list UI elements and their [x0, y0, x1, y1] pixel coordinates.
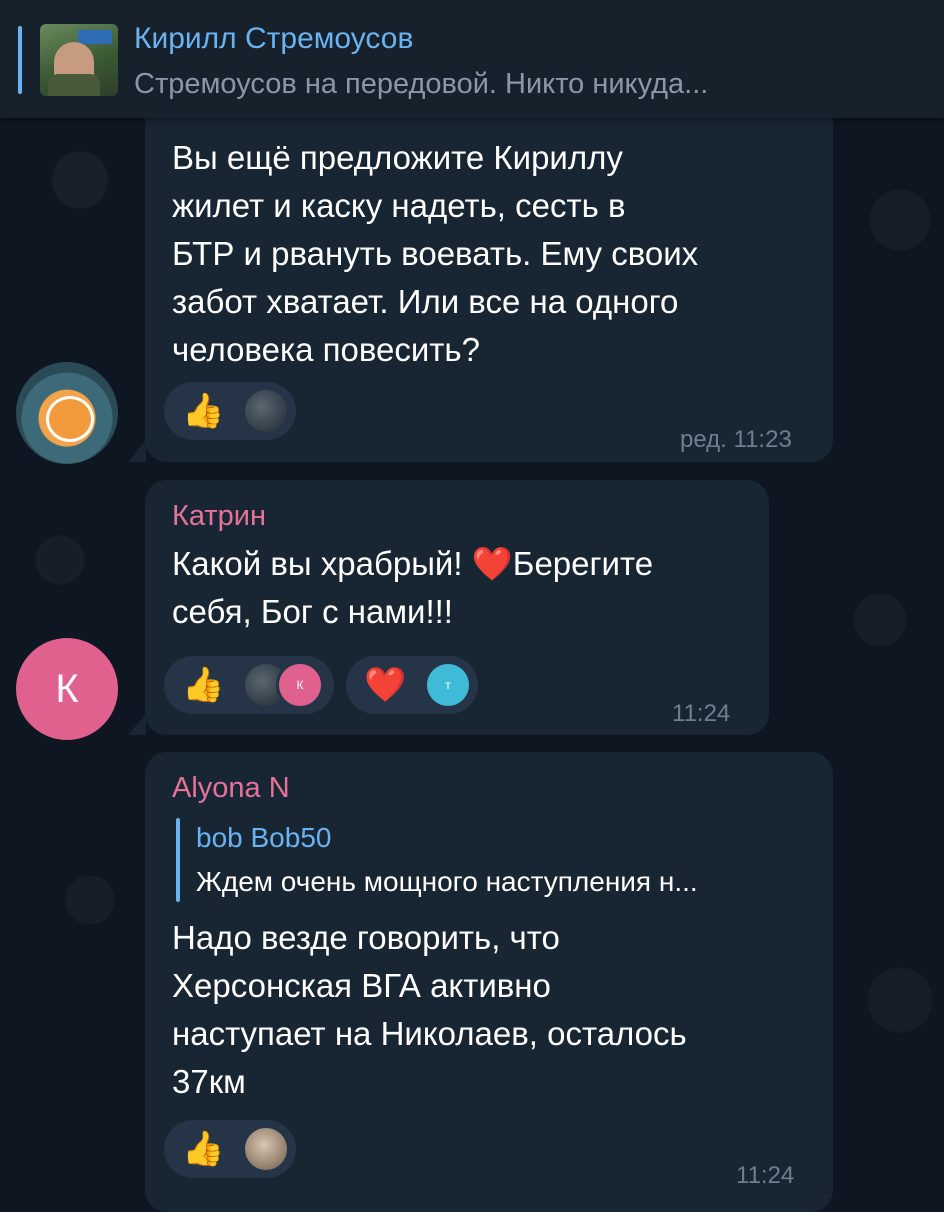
sender-name[interactable]: Alyona N — [172, 772, 290, 805]
pinned-indicator — [18, 26, 22, 94]
thumbs-up-icon: 👍 — [182, 1130, 225, 1168]
thumbs-up-icon: 👍 — [182, 392, 225, 430]
reply-quote-bar — [176, 818, 180, 902]
message-tail — [128, 440, 146, 462]
thumbs-up-icon: 👍 — [182, 666, 225, 704]
reaction-thumbs-up[interactable]: 👍 — [164, 1120, 296, 1178]
reactor-avatar — [242, 387, 290, 435]
reply-text[interactable]: Ждем очень мощного наступления н... — [196, 866, 816, 898]
message-time: ред. 11:23 — [680, 426, 792, 453]
user-avatar[interactable]: К — [16, 638, 118, 740]
reaction-thumbs-up[interactable]: 👍 — [164, 382, 296, 440]
message-time: 11:24 — [736, 1162, 795, 1189]
pinned-message-bar[interactable]: Кирилл Стремоусов Стремоусов на передово… — [0, 0, 944, 118]
message-text: Какой вы храбрый! ❤️Берегите себя, Бог с… — [172, 545, 654, 630]
reply-author[interactable]: bob Bob50 — [196, 822, 331, 854]
reactor-avatar-letter: т — [424, 661, 472, 709]
reaction-thumbs-up[interactable]: 👍 К — [164, 656, 334, 714]
message-time: 11:24 — [672, 700, 731, 727]
user-avatar[interactable] — [16, 362, 118, 464]
sender-name[interactable]: Катрин — [172, 500, 266, 533]
reactor-avatar-letter: К — [276, 661, 324, 709]
message-text: Надо везде говорить, что Херсонская ВГА … — [172, 919, 687, 1100]
message-text: Вы ещё предложите Кириллу жилет и каску … — [172, 139, 699, 368]
pinned-thumbnail — [40, 24, 118, 96]
pinned-title: Кирилл Стремоусов — [134, 22, 414, 55]
reaction-heart[interactable]: ❤️ т — [346, 656, 478, 714]
heart-icon: ❤️ — [364, 666, 407, 704]
pinned-subtitle: Стремоусов на передовой. Никто никуда... — [134, 68, 709, 100]
message-tail — [128, 713, 146, 735]
reactor-avatar — [242, 1125, 290, 1173]
